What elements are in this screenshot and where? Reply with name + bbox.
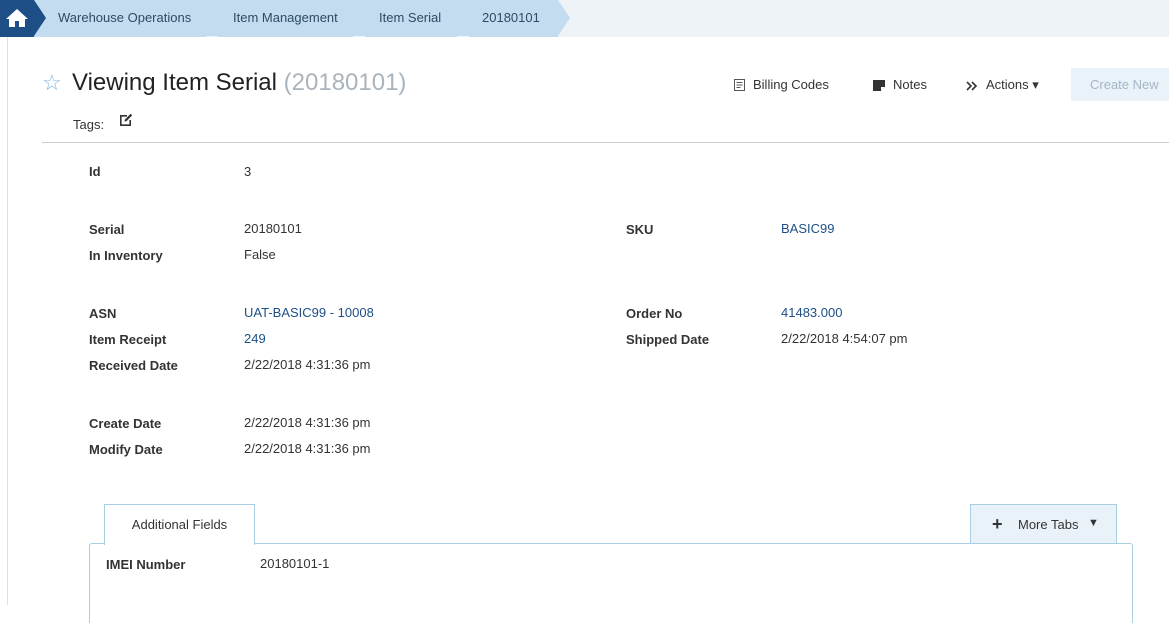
more-tabs-button[interactable]: + More Tabs ▼ — [970, 504, 1117, 544]
page-title: Viewing Item Serial (20180101) — [72, 69, 406, 97]
asn-link[interactable]: UAT-BASIC99 - 10008 — [244, 305, 374, 320]
field-value-serial: 20180101 — [244, 221, 302, 236]
field-label-sku: SKU — [626, 222, 654, 237]
billing-codes-label: Billing Codes — [753, 77, 829, 92]
field-value-create-date: 2/22/2018 4:31:36 pm — [244, 415, 371, 430]
caret-down-icon: ▼ — [1088, 517, 1099, 529]
more-tabs-label: More Tabs — [1018, 517, 1079, 532]
field-label-received-date: Received Date — [89, 358, 178, 373]
double-chevron-right-icon — [966, 81, 978, 91]
breadcrumb-separator — [558, 0, 570, 36]
breadcrumb-notch — [206, 0, 218, 36]
field-value-received-date: 2/22/2018 4:31:36 pm — [244, 357, 371, 372]
page-title-main: Viewing Item Serial — [72, 69, 277, 96]
breadcrumb-item-item-serial[interactable]: Item Serial — [365, 0, 457, 37]
actions-menu-button[interactable]: Actions ▾ — [966, 77, 1039, 93]
field-label-serial: Serial — [89, 222, 125, 237]
field-label-create-date: Create Date — [89, 416, 162, 431]
field-value-in-inventory: False — [244, 247, 276, 262]
field-value-id: 3 — [244, 164, 252, 179]
field-label-item-receipt: Item Receipt — [89, 332, 167, 347]
tags-label: Tags: — [73, 117, 105, 132]
breadcrumb-item-warehouse-operations[interactable]: Warehouse Operations — [34, 0, 206, 37]
billing-codes-icon — [734, 79, 745, 91]
header-divider — [42, 142, 1169, 143]
breadcrumb-label: Item Serial — [379, 10, 442, 25]
field-label-in-inventory: In Inventory — [89, 248, 163, 263]
create-new-button[interactable]: Create New — [1071, 68, 1169, 101]
notes-label: Notes — [893, 77, 927, 92]
page-title-id: (20180101) — [283, 69, 407, 96]
breadcrumb: Warehouse Operations Item Management Ite… — [0, 0, 1169, 37]
field-value-shipped-date: 2/22/2018 4:54:07 pm — [781, 331, 908, 346]
field-label-modify-date: Modify Date — [89, 442, 163, 457]
field-label-shipped-date: Shipped Date — [626, 332, 710, 347]
breadcrumb-item-current: 20180101 — [469, 0, 558, 37]
plus-icon: + — [992, 514, 1003, 534]
breadcrumb-label: Item Management — [233, 10, 338, 25]
field-label-id: Id — [89, 164, 101, 179]
edit-tags-icon[interactable] — [118, 112, 134, 128]
notes-button[interactable]: Notes — [873, 77, 927, 92]
home-button[interactable] — [0, 0, 34, 37]
home-arrow — [34, 0, 46, 36]
home-icon — [6, 9, 28, 27]
field-value-imei-number: 20180101-1 — [260, 556, 330, 571]
item-receipt-link[interactable]: 249 — [244, 331, 266, 346]
breadcrumb-notch — [457, 0, 469, 36]
field-label-asn: ASN — [89, 306, 117, 321]
left-border — [7, 37, 8, 605]
order-no-link[interactable]: 41483.000 — [781, 305, 842, 320]
additional-fields-panel: IMEI Number 20180101-1 — [89, 543, 1133, 623]
breadcrumb-item-item-management[interactable]: Item Management — [218, 0, 353, 37]
tab-additional-fields[interactable]: Additional Fields — [104, 504, 255, 545]
sku-link[interactable]: BASIC99 — [781, 221, 834, 236]
billing-codes-button[interactable]: Billing Codes — [734, 77, 829, 92]
field-value-modify-date: 2/22/2018 4:31:36 pm — [244, 441, 371, 456]
notes-icon — [873, 80, 885, 91]
breadcrumb-label: 20180101 — [482, 10, 540, 25]
favorite-star-icon[interactable]: ☆ — [42, 70, 62, 96]
breadcrumb-notch — [353, 0, 365, 36]
field-label-imei-number: IMEI Number — [106, 557, 186, 572]
field-label-order-no: Order No — [626, 306, 683, 321]
actions-label: Actions ▾ — [986, 77, 1039, 92]
breadcrumb-label: Warehouse Operations — [58, 10, 192, 25]
